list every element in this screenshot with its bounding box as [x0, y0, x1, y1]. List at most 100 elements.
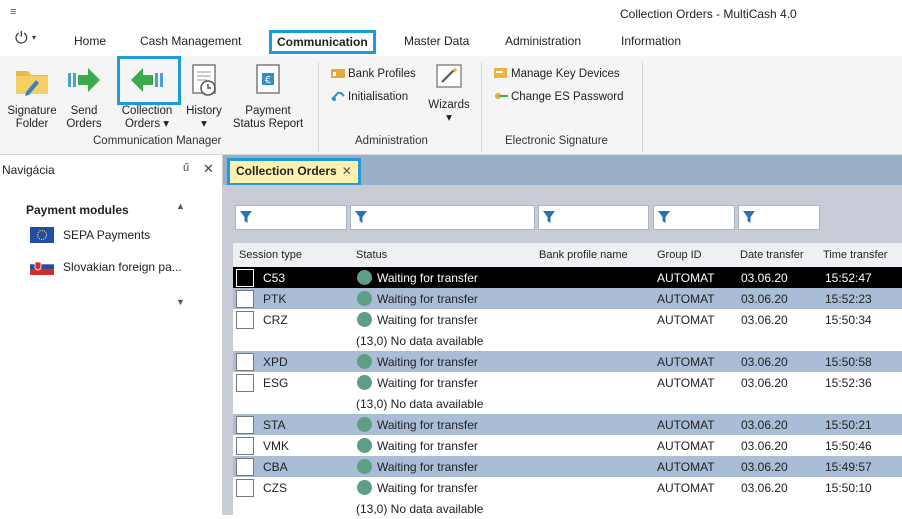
payment-status-report-button[interactable]: € Payment Status Report: [228, 62, 308, 131]
row-checkbox[interactable]: [236, 290, 254, 308]
ribbon-separator: [642, 62, 643, 152]
wizards-button[interactable]: Wizards ▾: [425, 62, 473, 125]
row-checkbox[interactable]: [236, 437, 254, 455]
table-row[interactable]: CZS Waiting for transfer AUTOMAT 03.06.2…: [233, 477, 902, 498]
group-label-electronic-signature: Electronic Signature: [505, 135, 608, 147]
cell-date: 03.06.20: [741, 313, 788, 327]
wizard-icon: [436, 64, 462, 88]
cell-status: Waiting for transfer: [377, 376, 478, 390]
column-header-bank-profile[interactable]: Bank profile name: [539, 249, 628, 261]
svg-text:€: €: [265, 75, 271, 86]
table-row[interactable]: CBA Waiting for transfer AUTOMAT 03.06.2…: [233, 456, 902, 477]
quick-access-toolbar[interactable]: ≡: [10, 6, 16, 18]
filter-status[interactable]: [350, 205, 535, 230]
cell-status: Waiting for transfer: [377, 271, 478, 285]
table-row[interactable]: ESG Waiting for transfer AUTOMAT 03.06.2…: [233, 372, 902, 393]
signature-folder-button[interactable]: Signature Folder: [4, 62, 60, 131]
wizards-label: Wizards: [428, 99, 470, 111]
cell-group: AUTOMAT: [657, 313, 715, 327]
table-row[interactable]: STA Waiting for transfer AUTOMAT 03.06.2…: [233, 414, 902, 435]
eu-flag-icon: [30, 227, 54, 243]
document-tab-strip: Collection Orders ✕: [223, 155, 902, 186]
receive-arrow-icon: [131, 68, 163, 92]
cell-date: 03.06.20: [741, 376, 788, 390]
column-header-status[interactable]: Status: [356, 249, 387, 261]
chevron-down-icon[interactable]: ▾: [32, 33, 36, 42]
bank-profiles-button[interactable]: Bank Profiles: [331, 67, 416, 80]
cell-date: 03.06.20: [741, 439, 788, 453]
row-note-text: (13,0) No data available: [356, 502, 484, 516]
filter-group-id[interactable]: [653, 205, 735, 230]
cell-group: AUTOMAT: [657, 439, 715, 453]
navigation-pane: Navigácia ű ✕ Payment modules ▲ SEPA Pay…: [0, 155, 223, 515]
change-es-password-button[interactable]: Change ES Password: [494, 90, 624, 103]
cell-status: Waiting for transfer: [377, 292, 478, 306]
cell-time: 15:50:34: [825, 313, 872, 327]
power-icon[interactable]: ⏻: [15, 30, 28, 48]
pin-icon[interactable]: ű: [183, 162, 189, 174]
table-row[interactable]: CRZ Waiting for transfer AUTOMAT 03.06.2…: [233, 309, 902, 330]
tab-master-data[interactable]: Master Data: [404, 34, 469, 48]
row-checkbox[interactable]: [236, 353, 254, 371]
row-checkbox[interactable]: [236, 374, 254, 392]
close-icon[interactable]: ✕: [203, 161, 214, 177]
status-dot-icon: [357, 417, 372, 432]
link-icon: [331, 92, 345, 101]
tab-administration[interactable]: Administration: [505, 34, 581, 48]
tab-collection-orders[interactable]: Collection Orders ✕: [227, 158, 361, 186]
group-label-communication-manager: Communication Manager: [93, 135, 222, 147]
expand-down-icon[interactable]: ▼: [176, 297, 185, 307]
collection-orders-button[interactable]: Collection Orders ▾: [113, 62, 181, 131]
collapse-up-icon[interactable]: ▲: [176, 201, 185, 211]
title-bar: ≡ Collection Orders - MultiCash 4.0: [0, 0, 902, 30]
tab-information[interactable]: Information: [621, 34, 681, 48]
column-header-time-transfer[interactable]: Time transfer: [823, 249, 887, 261]
column-header-group-id[interactable]: Group ID: [657, 249, 702, 261]
cell-time: 15:49:57: [825, 460, 872, 474]
status-dot-icon: [357, 375, 372, 390]
close-icon[interactable]: ✕: [342, 164, 352, 178]
row-checkbox[interactable]: [236, 416, 254, 434]
filter-date-transfer[interactable]: [738, 205, 820, 230]
send-orders-button[interactable]: Send Orders: [62, 62, 106, 131]
cell-date: 03.06.20: [741, 418, 788, 432]
table-row[interactable]: PTK Waiting for transfer AUTOMAT 03.06.2…: [233, 288, 902, 309]
filter-bank-profile[interactable]: [538, 205, 649, 230]
initialisation-button[interactable]: Initialisation: [331, 90, 408, 103]
status-dot-icon: [357, 312, 372, 327]
ribbon-separator: [481, 62, 482, 152]
filter-session-type[interactable]: [235, 205, 347, 230]
nav-section-title[interactable]: Payment modules: [26, 203, 129, 217]
row-checkbox[interactable]: [236, 479, 254, 497]
manage-key-devices-button[interactable]: Manage Key Devices: [494, 67, 620, 80]
row-checkbox[interactable]: [236, 269, 254, 287]
collection-orders-label-1: Collection: [121, 105, 173, 117]
nav-title: Navigácia: [2, 163, 55, 177]
tab-cash-management[interactable]: Cash Management: [140, 34, 241, 48]
cell-time: 15:50:46: [825, 439, 872, 453]
cell-session: VMK: [263, 439, 290, 453]
slovakia-flag-icon: [30, 259, 54, 275]
cell-group: AUTOMAT: [657, 292, 715, 306]
status-dot-icon: [357, 438, 372, 453]
cell-status: Waiting for transfer: [377, 355, 478, 369]
manage-key-devices-label: Manage Key Devices: [511, 68, 620, 80]
row-checkbox[interactable]: [236, 458, 254, 476]
table-row[interactable]: XPD Waiting for transfer AUTOMAT 03.06.2…: [233, 351, 902, 372]
tab-home[interactable]: Home: [74, 34, 106, 48]
tab-communication[interactable]: Communication: [269, 30, 376, 54]
row-checkbox[interactable]: [236, 311, 254, 329]
ribbon: Signature Folder Send Orders Collection …: [0, 56, 902, 155]
cell-session: XPD: [263, 355, 288, 369]
ribbon-tabs: ⏻ ▾ Home Cash Management Communication M…: [0, 30, 902, 56]
history-button[interactable]: History ▾: [183, 62, 225, 131]
table-row[interactable]: C53 Waiting for transfer AUTOMAT 03.06.2…: [233, 267, 902, 288]
table-row[interactable]: VMK Waiting for transfer AUTOMAT 03.06.2…: [233, 435, 902, 456]
folder-pen-icon: [16, 71, 48, 96]
row-note-text: (13,0) No data available: [356, 397, 484, 411]
column-header-session-type[interactable]: Session type: [239, 249, 302, 261]
column-header-date-transfer[interactable]: Date transfer: [740, 249, 804, 261]
password-key-icon: [495, 93, 508, 99]
cell-time: 15:50:58: [825, 355, 872, 369]
doc-tab-label: Collection Orders: [236, 164, 337, 178]
